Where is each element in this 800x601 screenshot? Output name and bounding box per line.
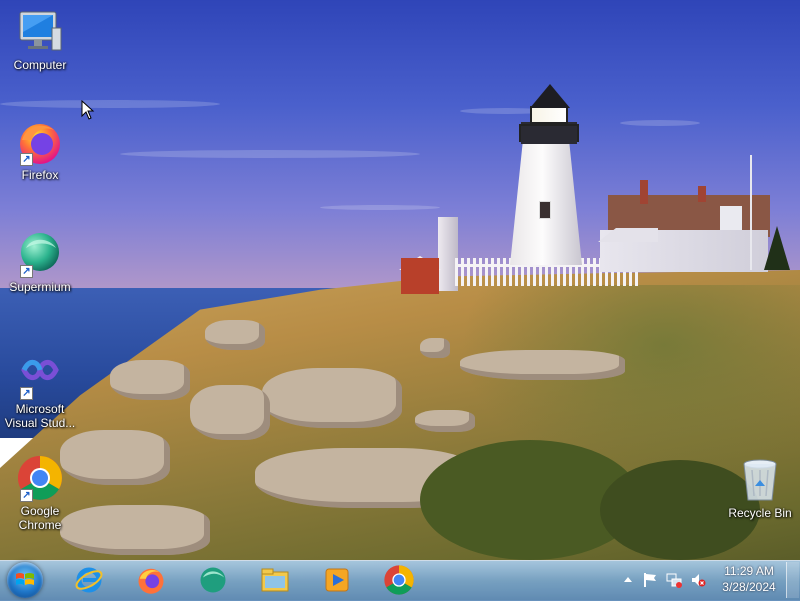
taskbar-clock[interactable]: 11:29 AM 3/28/2024 (716, 563, 782, 595)
wallpaper-rock (60, 505, 210, 555)
shortcut-arrow-icon: ↗ (20, 387, 33, 400)
wallpaper-rock (460, 350, 625, 380)
computer-icon (16, 8, 64, 56)
folder-icon (261, 568, 289, 592)
firefox-icon (138, 568, 164, 594)
desktop-icon-computer[interactable]: Computer (0, 8, 80, 72)
clock-date: 3/28/2024 (722, 580, 776, 594)
action-center-flag-icon[interactable] (642, 572, 658, 588)
desktop-icon-recycle-bin[interactable]: Recycle Bin (720, 456, 800, 520)
clock-time: 11:29 AM (724, 564, 774, 578)
wallpaper-cloud (620, 120, 700, 126)
taskbar-firefox[interactable] (131, 562, 171, 598)
mouse-cursor-icon (81, 100, 95, 120)
shortcut-arrow-icon: ↗ (20, 153, 33, 166)
taskbar-google-chrome[interactable] (379, 562, 419, 598)
windows-logo-icon (16, 573, 34, 585)
desktop-icon-label: Recycle Bin (728, 506, 792, 520)
show-desktop-button[interactable] (786, 562, 799, 598)
desktop-icon-google-chrome[interactable]: ↗ Google Chrome (0, 454, 80, 532)
firefox-icon: ↗ (16, 118, 64, 166)
desktop-icon-supermium[interactable]: ↗ Supermium (0, 230, 80, 294)
wallpaper-rock (420, 338, 450, 358)
house-dormer (720, 206, 742, 232)
desktop-icon-label: Google Chrome (18, 504, 62, 532)
supermium-icon (200, 567, 226, 593)
volume-muted-icon[interactable] (690, 572, 706, 588)
taskbar-media-player[interactable] (317, 562, 357, 598)
chrome-icon: ↗ (16, 454, 64, 502)
wallpaper-cloud (120, 150, 420, 158)
chrome-icon (384, 565, 414, 595)
taskbar-supermium[interactable] (193, 562, 233, 598)
wallpaper-rock (190, 385, 270, 440)
network-icon[interactable] (666, 572, 682, 588)
lighthouse-railing (519, 124, 579, 142)
red-shed (401, 258, 439, 294)
wallpaper-cloud (320, 205, 440, 210)
media-player-icon (325, 568, 349, 592)
desktop-icon-label: Microsoft Visual Stud... (4, 402, 76, 430)
show-hidden-icons-arrow[interactable] (620, 572, 636, 588)
taskbar-internet-explorer[interactable] (69, 562, 109, 598)
shortcut-arrow-icon: ↗ (20, 489, 33, 502)
internet-explorer-icon (75, 567, 103, 593)
desktop-wallpaper (0, 0, 800, 600)
wallpaper-rock (415, 410, 475, 432)
desktop-icon-label: Computer (13, 58, 67, 72)
recycle-bin-icon (736, 456, 784, 504)
supermium-icon: ↗ (16, 230, 64, 278)
chimney (640, 180, 648, 204)
desktop-icon-visual-studio[interactable]: ↗ Microsoft Visual Stud... (0, 352, 80, 430)
lighthouse-lantern (530, 106, 568, 124)
shortcut-arrow-icon: ↗ (20, 265, 33, 278)
desktop-icon-label: Supermium (9, 280, 71, 294)
wallpaper-rock (110, 360, 190, 400)
desktop-icon-label: Firefox (21, 168, 59, 182)
desktop-icon-firefox[interactable]: ↗ Firefox (0, 118, 80, 182)
lighthouse-window (539, 201, 551, 219)
wallpaper-cloud (0, 100, 220, 108)
taskbar-windows-explorer[interactable] (255, 562, 295, 598)
visual-studio-icon: ↗ (16, 352, 64, 400)
flagpole (750, 155, 752, 270)
wallpaper-rock (205, 320, 265, 350)
chimney (698, 186, 706, 202)
wallpaper-rock (262, 368, 402, 428)
